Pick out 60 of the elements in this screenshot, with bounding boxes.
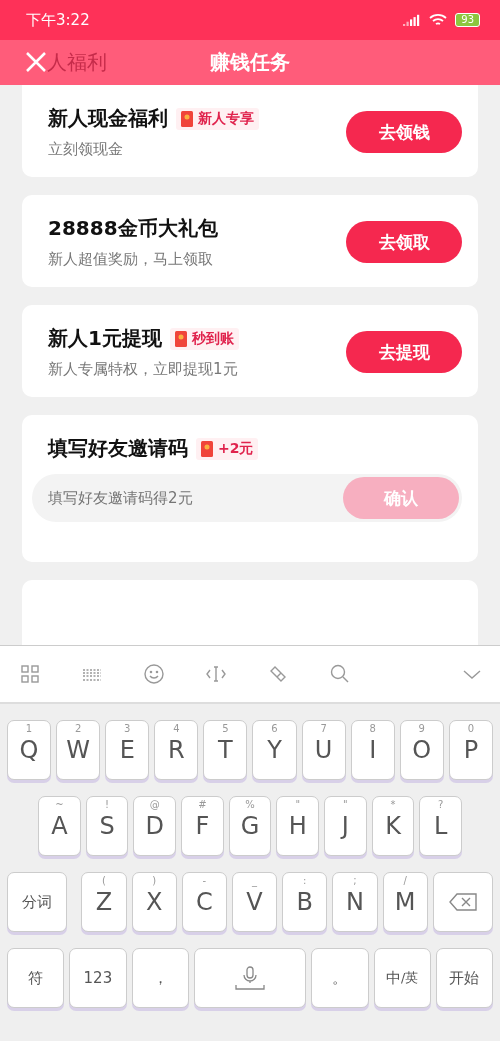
key[interactable]: 8 I bbox=[350, 720, 395, 780]
badge: +2元 bbox=[196, 437, 259, 460]
page-title: 赚钱任务 bbox=[210, 49, 290, 76]
key[interactable]: 。 bbox=[311, 948, 369, 1008]
key[interactable]: " H bbox=[276, 796, 320, 856]
key[interactable]: 0 P bbox=[448, 720, 493, 780]
key[interactable]: 1 Q bbox=[7, 720, 52, 780]
key[interactable]: : B bbox=[282, 872, 328, 932]
task-button[interactable]: 去提现 bbox=[346, 331, 462, 373]
key[interactable]: ~ A bbox=[38, 796, 81, 856]
task-subtitle: 新人超值奖励，马上领取 bbox=[48, 250, 214, 269]
close-icon[interactable] bbox=[25, 51, 47, 73]
key[interactable]: ? L bbox=[419, 796, 463, 856]
task-subtitle: 立刻领现金 bbox=[48, 140, 124, 159]
key[interactable]: * K bbox=[371, 796, 415, 856]
key[interactable]: # F bbox=[181, 796, 224, 856]
task-button[interactable]: 去领取 bbox=[346, 221, 462, 263]
key[interactable]: / M bbox=[382, 872, 428, 932]
key[interactable]: 123 bbox=[69, 948, 127, 1008]
key[interactable]: ( Z bbox=[81, 872, 127, 932]
backspace-icon bbox=[448, 893, 477, 911]
key[interactable]: % G bbox=[228, 796, 272, 856]
key[interactable]: 7 U bbox=[301, 720, 346, 780]
key[interactable]: 3 E bbox=[105, 720, 150, 780]
signal-icon bbox=[403, 14, 422, 26]
key[interactable]: 符 bbox=[7, 948, 65, 1008]
task-title: 新人现金福利 bbox=[48, 105, 168, 132]
key[interactable]: - C bbox=[181, 872, 227, 932]
emoji-icon[interactable] bbox=[142, 662, 166, 686]
key[interactable]: ) X bbox=[131, 872, 177, 932]
grid-icon[interactable] bbox=[18, 662, 42, 686]
envelope-icon bbox=[201, 440, 213, 457]
envelope-icon bbox=[181, 110, 193, 127]
key[interactable]: 2 W bbox=[56, 720, 101, 780]
key[interactable]: 9 O bbox=[399, 720, 444, 780]
badge: 秒到账 bbox=[169, 327, 239, 350]
status-time: 下午3:22 bbox=[26, 10, 90, 30]
key[interactable]: 分词 bbox=[7, 872, 68, 932]
back-title: 人福利 bbox=[47, 49, 107, 76]
envelope-icon bbox=[174, 330, 187, 347]
key[interactable]: 4 R bbox=[154, 720, 199, 780]
key[interactable]: @ D bbox=[133, 796, 176, 856]
key[interactable]: " J bbox=[324, 796, 367, 856]
key[interactable]: ; N bbox=[332, 872, 378, 932]
key[interactable]: ! S bbox=[85, 796, 129, 856]
key[interactable]: 开始 bbox=[435, 948, 493, 1008]
key[interactable]: 6 Y bbox=[252, 720, 297, 780]
task-title: 新人1元提现 bbox=[48, 325, 162, 352]
task-title: 28888金币大礼包 bbox=[48, 215, 218, 242]
key[interactable]: 5 T bbox=[203, 720, 248, 780]
wifi-icon bbox=[429, 13, 448, 27]
backspace-key[interactable] bbox=[432, 872, 494, 932]
space-key[interactable] bbox=[193, 948, 307, 1008]
task-subtitle: 新人专属特权，立即提现1元 bbox=[48, 360, 239, 379]
badge: 新人专享 bbox=[176, 107, 259, 130]
battery-level: 93 bbox=[455, 13, 480, 27]
task-title: 填写好友邀请码 bbox=[48, 435, 188, 462]
key[interactable]: _ V bbox=[231, 872, 278, 932]
key[interactable]: ， bbox=[131, 948, 189, 1008]
task-button[interactable]: 去领钱 bbox=[346, 111, 462, 153]
